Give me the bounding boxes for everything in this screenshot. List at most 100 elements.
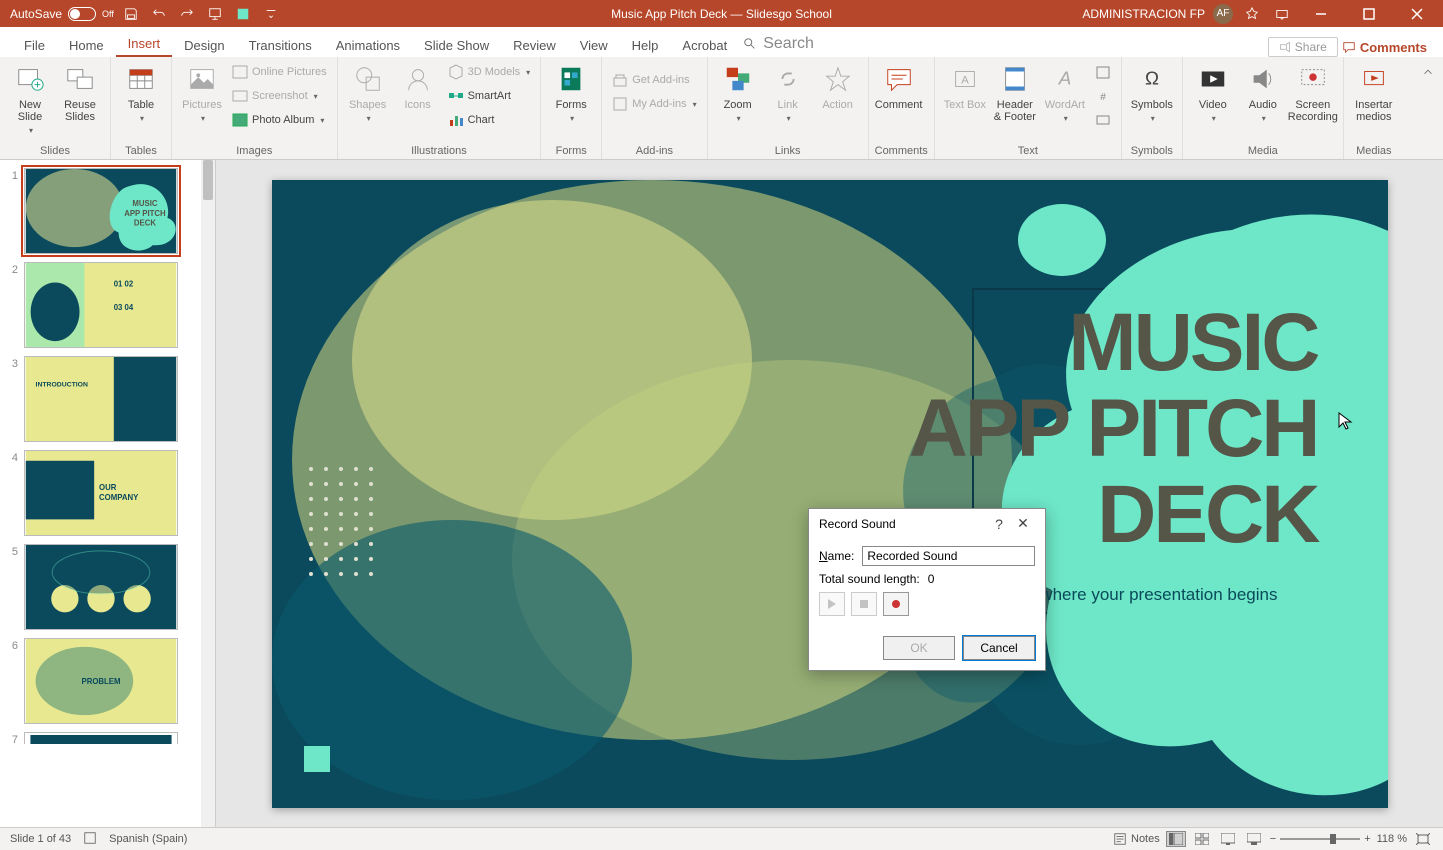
save-button[interactable] (120, 3, 142, 25)
toggle-switch-icon[interactable] (68, 7, 96, 21)
zoom-button[interactable]: Zoom▾ (714, 61, 762, 126)
slide-thumbnail-1[interactable]: MUSICAPP PITCHDECK (24, 168, 178, 254)
svg-text:PROBLEM: PROBLEM (82, 677, 121, 686)
slide-thumbnail-7[interactable] (24, 732, 178, 744)
zoom-out-button[interactable]: − (1270, 833, 1276, 845)
coming-soon-button[interactable] (1241, 3, 1263, 25)
user-name[interactable]: ADMINISTRACION FP (1082, 7, 1205, 21)
dialog-close-button[interactable]: ✕ (1011, 515, 1035, 532)
header-footer-button[interactable]: Header & Footer (991, 61, 1039, 125)
get-addins-button[interactable]: Get Add-ins (608, 69, 700, 91)
tab-review[interactable]: Review (501, 32, 568, 57)
tab-insert[interactable]: Insert (116, 30, 173, 57)
omega-icon: Ω (1136, 63, 1168, 95)
screen-recording-button[interactable]: Screen Recording (1289, 61, 1337, 125)
zoom-in-button[interactable]: + (1364, 833, 1370, 845)
svg-text:A: A (961, 75, 969, 87)
tab-transitions[interactable]: Transitions (237, 32, 324, 57)
smartart-button[interactable]: SmartArt (444, 85, 535, 107)
slide-thumbnail-4[interactable]: OURCOMPANY (24, 450, 178, 536)
zoom-level[interactable]: 118 % (1377, 833, 1407, 845)
pictures-button[interactable]: Pictures▾ (178, 61, 226, 126)
reuse-slides-button[interactable]: Reuse Slides (56, 61, 104, 125)
tab-home[interactable]: Home (57, 32, 116, 57)
tab-animations[interactable]: Animations (324, 32, 412, 57)
tab-help[interactable]: Help (620, 32, 671, 57)
dialog-titlebar[interactable]: Record Sound ? ✕ (809, 509, 1045, 538)
new-slide-button[interactable]: New Slide▾ (6, 61, 54, 138)
3d-models-button[interactable]: 3D Models▾ (444, 61, 535, 83)
slideshow-view-button[interactable] (1244, 831, 1264, 847)
sound-name-input[interactable] (862, 546, 1035, 566)
comment-button[interactable]: Comment (875, 61, 923, 113)
dialog-help-button[interactable]: ? (987, 516, 1011, 532)
tab-acrobat[interactable]: Acrobat (670, 32, 739, 57)
start-from-beginning-button[interactable] (204, 3, 226, 25)
forms-icon (555, 63, 587, 95)
my-addins-button[interactable]: My Add-ins▾ (608, 93, 700, 115)
minimize-button[interactable] (1301, 0, 1341, 27)
avatar[interactable]: AF (1213, 4, 1233, 24)
slide-thumbnail-6[interactable]: PROBLEM (24, 638, 178, 724)
stop-button[interactable] (851, 592, 877, 616)
object-button[interactable] (1091, 109, 1115, 131)
thumb-number: 1 (8, 168, 18, 182)
reading-view-button[interactable] (1218, 831, 1238, 847)
svg-text:Ω: Ω (1145, 68, 1159, 89)
text-box-button[interactable]: A Text Box (941, 61, 989, 113)
slide-thumbnail-3[interactable]: INTRODUCTION (24, 356, 178, 442)
maximize-button[interactable] (1349, 0, 1389, 27)
tell-me-search[interactable]: Search (739, 31, 818, 57)
thumbnails-scrollbar[interactable] (201, 160, 215, 827)
slide-thumbnail-2[interactable]: 01 0203 04 (24, 262, 178, 348)
comments-button[interactable]: Comments (1342, 40, 1427, 55)
tab-slide-show[interactable]: Slide Show (412, 32, 501, 57)
ribbon-display-options-button[interactable] (1271, 3, 1293, 25)
photo-album-button[interactable]: Photo Album▾ (228, 109, 331, 131)
slide-sorter-view-button[interactable] (1192, 831, 1212, 847)
screenshot-button[interactable]: Screenshot▾ (228, 85, 331, 107)
customize-qat-button[interactable] (260, 3, 282, 25)
tab-view[interactable]: View (568, 32, 620, 57)
insertar-medios-button[interactable]: Insertar medios (1350, 61, 1398, 125)
table-button[interactable]: Table▾ (117, 61, 165, 126)
play-button[interactable] (819, 592, 845, 616)
link-button[interactable]: Link▾ (764, 61, 812, 126)
ok-button[interactable]: OK (883, 636, 955, 660)
zoom-track[interactable] (1280, 838, 1360, 840)
audio-button[interactable]: Audio▾ (1239, 61, 1287, 126)
tab-file[interactable]: File (12, 32, 57, 57)
slide-canvas[interactable]: MUSIC APP PITCH DECK Here is where your … (272, 180, 1388, 808)
autosave-toggle[interactable]: AutoSave Off (10, 7, 114, 21)
forms-button[interactable]: Forms▾ (547, 61, 595, 126)
online-pictures-button[interactable]: Online Pictures (228, 61, 331, 83)
fit-to-window-button[interactable] (1413, 831, 1433, 847)
slide-position[interactable]: Slide 1 of 43 (10, 833, 71, 845)
cancel-button[interactable]: Cancel (963, 636, 1035, 660)
slide-thumbnails-pane[interactable]: 1 MUSICAPP PITCHDECK 2 01 0203 04 3 INTR… (0, 160, 216, 827)
close-button[interactable] (1397, 0, 1437, 27)
video-button[interactable]: Video▾ (1189, 61, 1237, 126)
date-icon (1095, 64, 1111, 80)
chart-button[interactable]: Chart (444, 109, 535, 131)
tab-design[interactable]: Design (172, 32, 236, 57)
wordart-button[interactable]: A WordArt▾ (1041, 61, 1089, 126)
notes-button[interactable]: Notes (1113, 832, 1160, 846)
shapes-button[interactable]: Shapes▾ (344, 61, 392, 126)
slide-editor[interactable]: MUSIC APP PITCH DECK Here is where your … (216, 160, 1443, 827)
icons-button[interactable]: Icons (394, 61, 442, 113)
accessibility-icon[interactable] (83, 831, 97, 848)
redo-button[interactable] (176, 3, 198, 25)
symbols-button[interactable]: Ω Symbols▾ (1128, 61, 1176, 126)
slide-thumbnail-5[interactable] (24, 544, 178, 630)
record-button[interactable] (883, 592, 909, 616)
normal-view-button[interactable] (1166, 831, 1186, 847)
collapse-ribbon-button[interactable] (1417, 61, 1439, 83)
zoom-slider[interactable]: − + (1270, 833, 1371, 845)
slide-number-button[interactable]: # (1091, 85, 1115, 107)
undo-button[interactable] (148, 3, 170, 25)
share-button[interactable]: Share (1268, 37, 1338, 57)
language-status[interactable]: Spanish (Spain) (109, 833, 187, 845)
date-time-button[interactable] (1091, 61, 1115, 83)
action-button[interactable]: Action (814, 61, 862, 113)
